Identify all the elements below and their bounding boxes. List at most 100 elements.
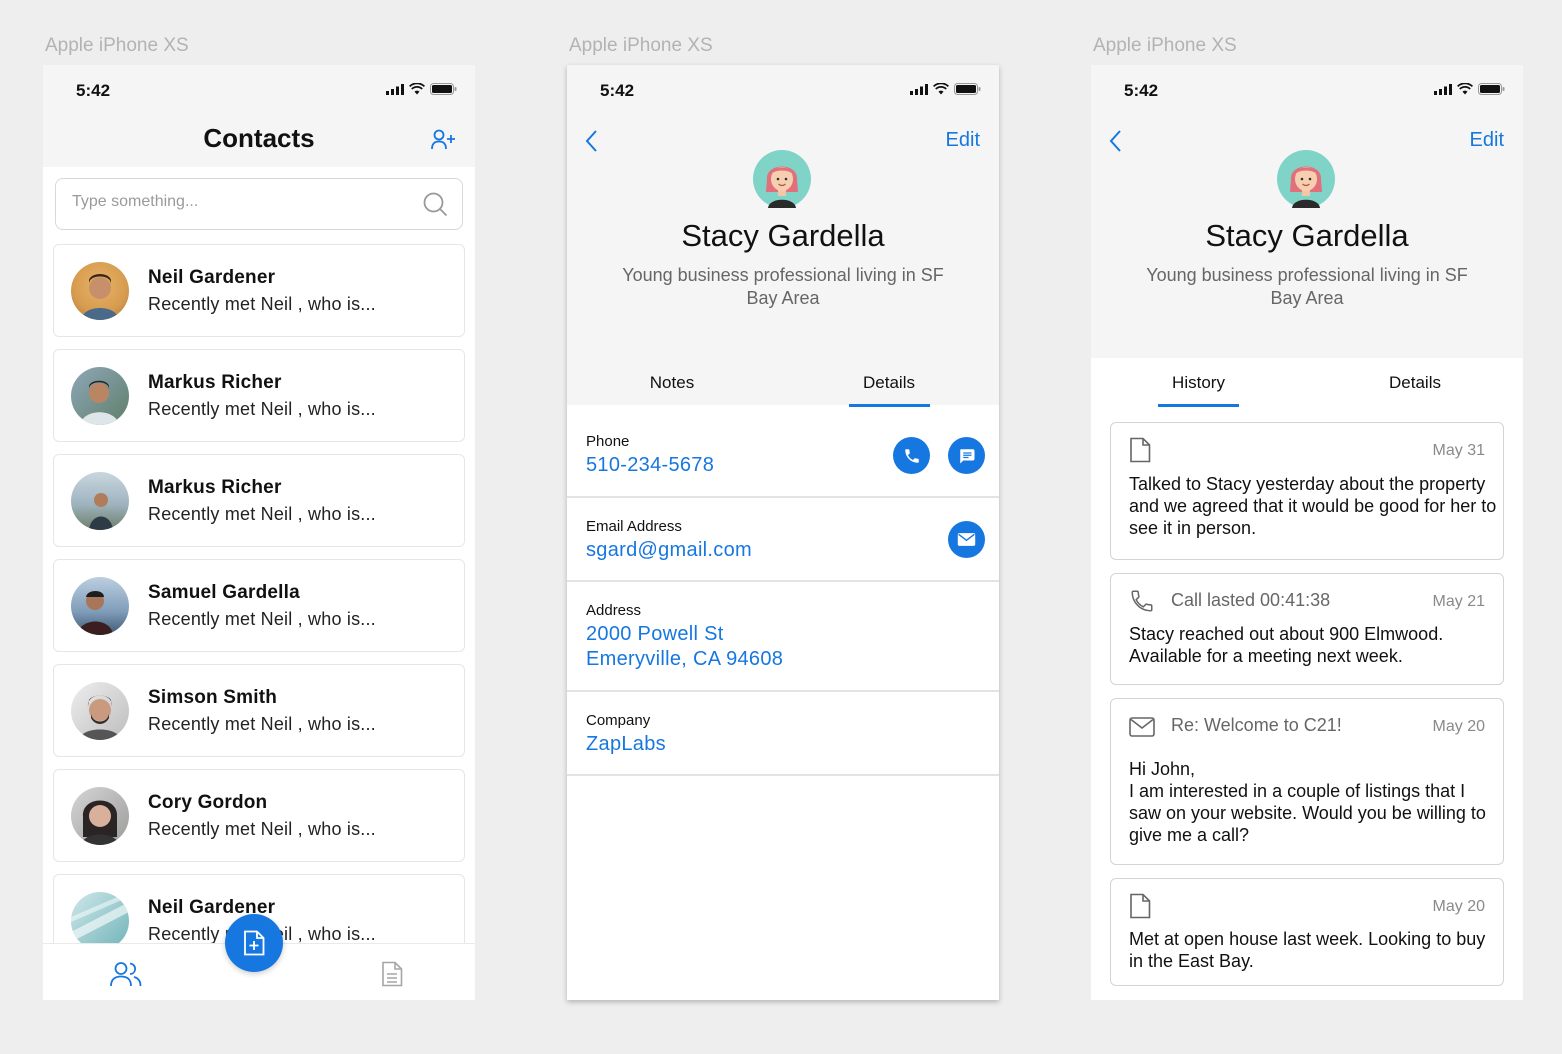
tab-details[interactable]: Details [849, 373, 929, 393]
address-line1[interactable]: 2000 Powell St [586, 622, 724, 647]
signal-icon [1434, 83, 1452, 95]
company-label: Company [586, 712, 651, 729]
contact-card[interactable]: Samuel Gardella Recently met Neil , who … [53, 559, 465, 652]
contact-name: Simson Smith [148, 687, 278, 708]
history-title: Call lasted 00:41:38 [1171, 590, 1331, 610]
add-document-icon [244, 930, 265, 956]
document-icon [1130, 437, 1151, 463]
search-input[interactable] [72, 193, 402, 211]
wifi-icon [1457, 83, 1473, 95]
contact-name: Samuel Gardella [148, 582, 300, 603]
contacts-icon [110, 962, 142, 987]
email-button[interactable] [948, 521, 985, 558]
search-icon[interactable] [423, 192, 448, 217]
email-row: Email Address sgard@gmail.com [567, 498, 999, 582]
back-button[interactable] [1108, 129, 1122, 158]
search-box [55, 178, 463, 230]
phone-row: Phone 510-234-5678 [567, 405, 999, 498]
contact-card[interactable]: Markus Richer Recently met Neil , who is… [53, 454, 465, 547]
avatar [71, 787, 129, 845]
company-value[interactable]: ZapLabs [586, 732, 666, 757]
chevron-left-icon [585, 130, 597, 152]
phone-icon [1131, 590, 1153, 612]
edit-button[interactable]: Edit [946, 129, 980, 152]
status-bar: 5:42 [43, 65, 475, 115]
tab-notes[interactable] [381, 961, 403, 992]
add-user-button[interactable] [431, 129, 457, 156]
history-text: Met at open house last week. Looking to … [1129, 929, 1486, 971]
contact-card[interactable]: Cory Gordon Recently met Neil , who is..… [53, 769, 465, 862]
notes-icon [382, 961, 403, 987]
signal-icon [910, 83, 928, 95]
history-entry[interactable]: May 20 Met at open house last week. Look… [1110, 878, 1504, 986]
status-time: 5:42 [1124, 81, 1159, 100]
signal-icon [386, 83, 404, 95]
battery-icon [954, 83, 981, 95]
message-button[interactable] [948, 437, 985, 474]
history-date: May 20 [1432, 898, 1485, 915]
add-user-icon [431, 129, 455, 150]
mail-icon [1129, 717, 1155, 737]
profile-description: Young business professional living in SF… [622, 265, 944, 308]
contact-note: Recently met Neil , who is... [148, 504, 376, 524]
device-label: Apple iPhone XS [45, 35, 189, 56]
contact-card[interactable]: Neil Gardener Recently met Neil , who is… [53, 244, 465, 337]
history-title: Re: Welcome to C21! [1171, 715, 1342, 735]
tab-notes[interactable]: Notes [627, 373, 717, 393]
history-entry[interactable]: Call lasted 00:41:38 May 21 Stacy reache… [1110, 573, 1504, 685]
address-line2[interactable]: Emeryville, CA 94608 [586, 647, 783, 672]
email-value[interactable]: sgard@gmail.com [586, 538, 752, 563]
battery-icon [430, 83, 457, 95]
history-text: Stacy reached out about 900 Elmwood. Ava… [1129, 624, 1444, 666]
address-label: Address [586, 602, 642, 619]
history-text: Talked to Stacy yesterday about the prop… [1129, 474, 1497, 538]
contact-card[interactable]: Simson Smith Recently met Neil , who is.… [53, 664, 465, 757]
contact-note: Recently met Neil , who is... [148, 819, 376, 839]
mail-icon [957, 533, 976, 546]
back-button[interactable] [584, 129, 598, 158]
contacts-screen: 5:42 Contacts Neil Gardener Recently met… [43, 65, 475, 1000]
history-entry[interactable]: May 31 Talked to Stacy yesterday about t… [1110, 422, 1504, 560]
wifi-icon [409, 83, 425, 95]
phone-icon [904, 448, 919, 463]
contact-note: Recently met Neil , who is... [148, 294, 376, 314]
phone-value[interactable]: 510-234-5678 [586, 453, 714, 478]
avatar [71, 577, 129, 635]
new-note-button[interactable] [225, 914, 283, 972]
avatar [71, 367, 129, 425]
email-label: Email Address [586, 518, 682, 535]
contact-note: Recently met Neil , who is... [148, 714, 376, 734]
contact-name: Markus Richer [148, 372, 282, 393]
history-text: Hi John, I am interested in a couple of … [1129, 759, 1486, 845]
status-time: 5:42 [76, 81, 111, 100]
avatar [71, 262, 129, 320]
message-icon [959, 448, 974, 463]
edit-button[interactable]: Edit [1470, 129, 1504, 152]
page-title: Contacts [203, 123, 315, 153]
battery-icon [1478, 83, 1505, 95]
device-label: Apple iPhone XS [569, 35, 713, 56]
status-bar: 5:42 [567, 65, 999, 115]
contact-name: Markus Richer [148, 477, 282, 498]
contact-note: Recently met Neil , who is... [148, 399, 376, 419]
device-label: Apple iPhone XS [1093, 35, 1237, 56]
document-icon [1130, 893, 1151, 919]
history-date: May 20 [1432, 718, 1485, 735]
avatar [71, 472, 129, 530]
profile-name: Stacy Gardella [681, 218, 885, 253]
profile-description: Young business professional living in SF… [1146, 265, 1468, 308]
history-entry[interactable]: Re: Welcome to C21! May 20 Hi John, I am… [1110, 698, 1504, 865]
contact-history-screen: 5:42 Edit Stacy Gardella Young business … [1091, 65, 1523, 1000]
tab-details[interactable]: Details [1375, 373, 1455, 393]
contact-details-screen: 5:42 Edit Stacy Gardella Young business … [567, 65, 999, 1000]
contact-name: Neil Gardener [148, 267, 276, 288]
avatar [1277, 150, 1335, 208]
call-button[interactable] [893, 437, 930, 474]
avatar [71, 682, 129, 740]
tab-history[interactable]: History [1158, 373, 1239, 393]
tab-contacts[interactable] [110, 961, 142, 992]
contact-card[interactable]: Markus Richer Recently met Neil , who is… [53, 349, 465, 442]
contact-name: Cory Gordon [148, 792, 268, 813]
profile-name: Stacy Gardella [1205, 218, 1409, 253]
address-row: Address 2000 Powell St Emeryville, CA 94… [567, 582, 999, 692]
